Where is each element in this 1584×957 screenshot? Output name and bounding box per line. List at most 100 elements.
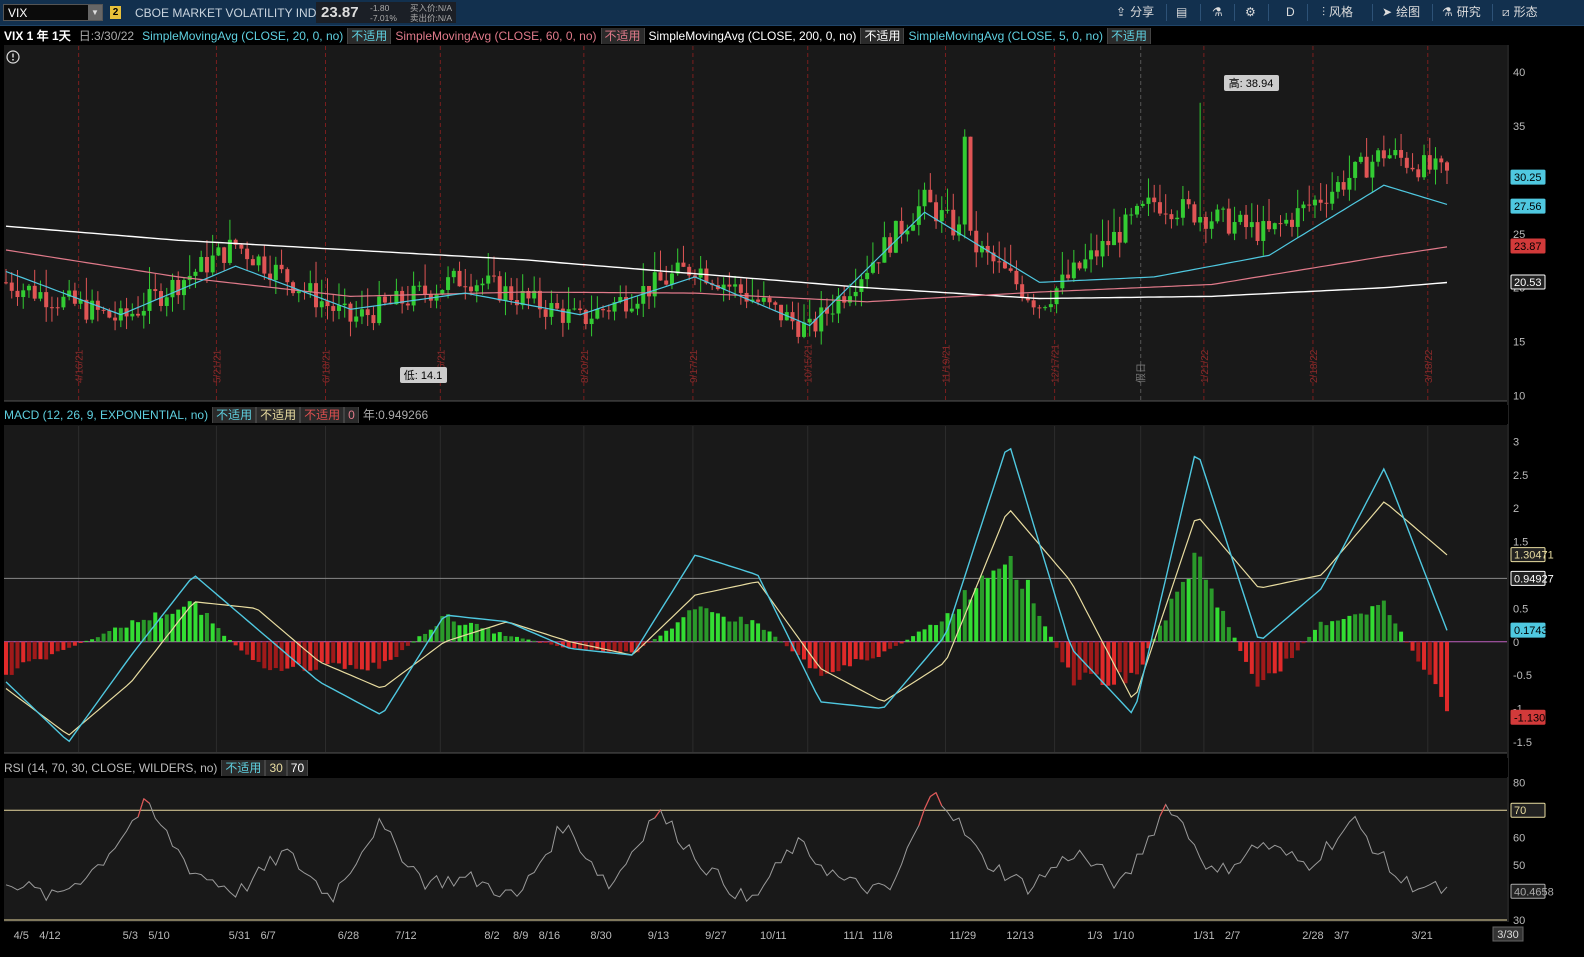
candle-body: [411, 285, 416, 306]
period-button[interactable]: D: [1286, 3, 1295, 22]
candle-body: [26, 285, 31, 291]
date-mark: 假日: [1135, 363, 1148, 383]
macd-histogram-bar: [1284, 641, 1289, 659]
price-y-tick: 15: [1513, 337, 1525, 349]
book-icon: ▤: [1176, 5, 1188, 19]
chart-area[interactable]: 4/16/21 5/21/21 6/18/21 7/16/21 8/20/21 9/17/…: [0, 45, 1584, 957]
candle-body: [417, 285, 422, 287]
x-axis-tick: 6/7: [260, 930, 275, 942]
candle-body: [446, 277, 451, 290]
candle-body: [1410, 167, 1415, 170]
symbol-dropdown-icon[interactable]: ▼: [88, 5, 102, 20]
macd-histogram-bar: [199, 614, 204, 642]
candle-body: [698, 268, 703, 278]
x-axis-tick: 11/29: [949, 930, 976, 942]
link-group-badge[interactable]: 2: [110, 6, 121, 19]
macd-histogram-bar: [543, 641, 548, 643]
candle-body: [38, 292, 43, 299]
candle-body: [974, 230, 979, 253]
macd-histogram-bar: [1244, 641, 1249, 662]
patterns-button[interactable]: ⧄ 形态: [1502, 3, 1538, 22]
macd-histogram-bar: [1358, 613, 1363, 642]
candle-body: [382, 296, 387, 303]
draw-button[interactable]: ➤ 绘图: [1382, 3, 1420, 22]
macd-histogram-bar: [928, 624, 933, 642]
x-axis-tick: 9/27: [705, 930, 726, 942]
candle-body: [1307, 204, 1312, 206]
candle-body: [1031, 300, 1036, 308]
candle-body: [216, 247, 221, 256]
macd-histogram-bar: [44, 641, 49, 660]
style-button[interactable]: ⫶ 风格: [1322, 3, 1353, 22]
macd-histogram-bar: [1439, 641, 1444, 697]
candle-body: [4, 282, 8, 284]
macd-histogram-bar: [222, 635, 227, 642]
notes-button[interactable]: ▤: [1176, 3, 1187, 22]
gear-icon: ⚙: [1245, 5, 1256, 19]
candle-body: [1221, 208, 1226, 210]
candle-body: [842, 296, 847, 303]
macd-histogram-bar: [1387, 615, 1392, 642]
rsi-label[interactable]: RSI (14, 70, 30, CLOSE, WILDERS, no): [0, 760, 221, 776]
candle-body: [342, 303, 347, 306]
candle-body: [635, 303, 640, 309]
candle-body: [1089, 250, 1094, 260]
rsi-panel[interactable]: [4, 778, 1507, 922]
macd-histogram-bar: [113, 627, 118, 642]
macd-histogram-bar: [325, 641, 330, 665]
candle-body: [1341, 182, 1346, 190]
toolbar-divider: [1166, 4, 1167, 21]
settings-button[interactable]: ⚙: [1245, 3, 1256, 22]
macd-histogram-bar: [9, 641, 14, 675]
x-axis-tick: 6/28: [338, 930, 359, 942]
macd-histogram-bar: [882, 641, 887, 652]
candle-body: [503, 286, 508, 301]
rsi-overbought: 70: [286, 759, 309, 776]
macd-histogram-bar: [824, 641, 829, 674]
candle-body: [354, 316, 359, 322]
macd-histogram-bar: [514, 636, 519, 642]
macd-histogram-bar: [1031, 603, 1036, 642]
studies-button[interactable]: ⚗ 研究: [1442, 3, 1481, 22]
date-mark: 8/20/21: [580, 349, 591, 383]
macd-histogram-bar: [537, 641, 542, 643]
macd-label[interactable]: MACD (12, 26, 9, EXPONENTIAL, no): [0, 407, 212, 423]
share-button[interactable]: ⇪ 分享: [1116, 3, 1154, 22]
x-axis-tick: 1/10: [1113, 930, 1134, 942]
macd-histogram-bar: [859, 641, 864, 660]
macd-histogram-bar: [67, 641, 72, 648]
macd-histogram-bar: [1140, 641, 1145, 665]
lab-button[interactable]: ⚗: [1212, 3, 1223, 22]
candle-body: [480, 283, 485, 286]
rsi-y-tick: 50: [1513, 860, 1525, 872]
macd-histogram-bar: [1100, 641, 1105, 685]
chart-style-icon: ⫶: [1322, 5, 1326, 19]
macd-histogram-bar: [578, 641, 583, 649]
study-label-sma5[interactable]: SimpleMovingAvg (CLOSE, 5, 0, no): [904, 28, 1107, 44]
price-tag-sma200: 20.53: [1514, 277, 1542, 289]
macd-histogram-bar: [227, 639, 232, 642]
study-label-sma200[interactable]: SimpleMovingAvg (CLOSE, 200, 0, no): [645, 28, 861, 44]
macd-histogram-bar: [210, 623, 215, 642]
candle-body: [1445, 162, 1449, 171]
candle-body: [101, 309, 106, 311]
candle-body: [222, 247, 227, 263]
candle-body: [859, 279, 864, 292]
candle-body: [365, 309, 370, 316]
candle-body: [1284, 219, 1289, 224]
candle-body: [819, 307, 824, 332]
x-axis-tick: 1/3: [1087, 930, 1102, 942]
candle-body: [1312, 199, 1317, 206]
candle-body: [1094, 250, 1099, 257]
candle-body: [359, 309, 364, 317]
candle-body: [922, 189, 927, 207]
study-label-sma60[interactable]: SimpleMovingAvg (CLOSE, 60, 0, no): [391, 28, 600, 44]
macd-panel[interactable]: [4, 425, 1507, 753]
price-study-bar: VIX 1 年 1天 日:3/30/22 SimpleMovingAvg (CL…: [0, 26, 1508, 45]
candle-body: [1364, 156, 1369, 178]
study-label-sma20[interactable]: SimpleMovingAvg (CLOSE, 20, 0, no): [138, 28, 347, 44]
macd-histogram-bar: [1370, 606, 1375, 642]
candle-body: [193, 271, 198, 276]
x-axis-tick: 10/11: [760, 930, 787, 942]
macd-histogram-bar: [1307, 636, 1312, 642]
